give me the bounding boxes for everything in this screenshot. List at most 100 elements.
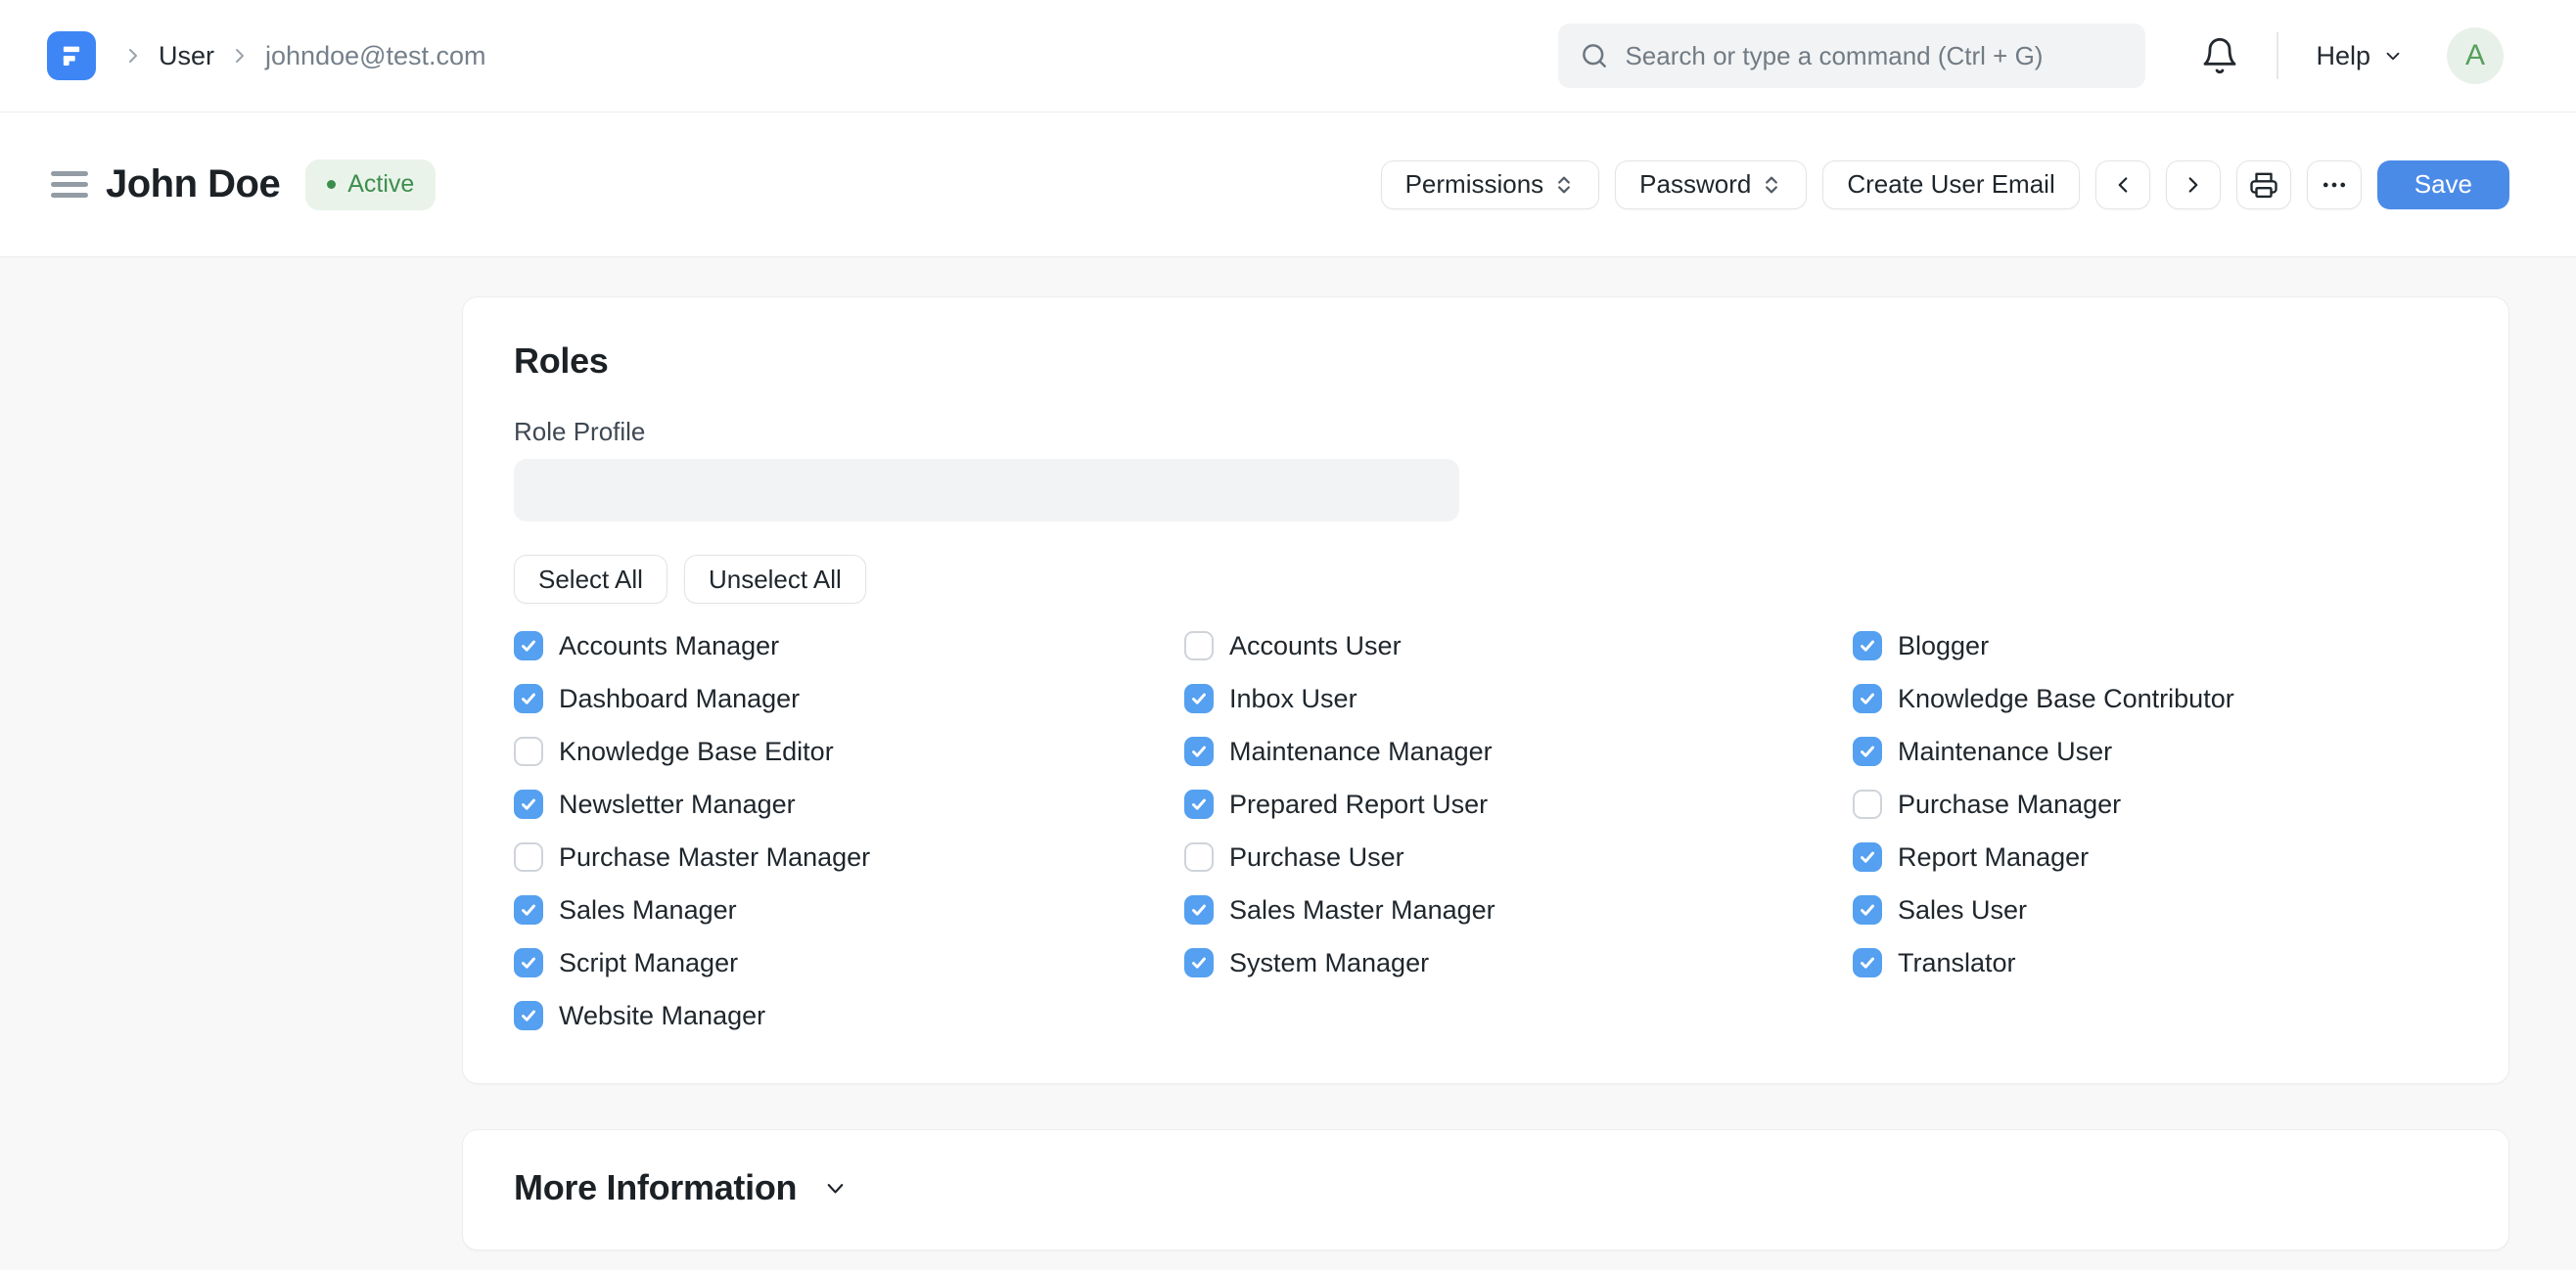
checkbox-unchecked-icon[interactable] bbox=[514, 842, 543, 872]
role-label: Sales Manager bbox=[559, 894, 737, 925]
password-dropdown-button[interactable]: Password bbox=[1615, 159, 1808, 209]
search-input[interactable] bbox=[1625, 40, 2125, 71]
checkbox-checked-icon[interactable] bbox=[514, 1001, 543, 1030]
roles-grid: Accounts Manager Dashboard Manager Knowled… bbox=[514, 631, 2458, 1030]
breadcrumb-item-user[interactable]: User bbox=[159, 41, 214, 71]
frappe-logo[interactable] bbox=[47, 31, 96, 80]
bell-icon bbox=[2200, 36, 2239, 75]
role-checkbox-item[interactable]: Sales Master Manager bbox=[1184, 895, 1853, 925]
print-button[interactable] bbox=[2235, 159, 2291, 209]
status-label: Active bbox=[347, 170, 415, 198]
save-button[interactable]: Save bbox=[2376, 159, 2509, 209]
checkbox-checked-icon[interactable] bbox=[1184, 895, 1214, 925]
ellipsis-icon bbox=[2320, 170, 2349, 200]
global-search[interactable] bbox=[1558, 23, 2146, 88]
chevron-up-down-icon bbox=[1553, 174, 1575, 196]
role-checkbox-item[interactable]: Knowledge Base Editor bbox=[514, 737, 1184, 766]
role-checkbox-item[interactable]: Knowledge Base Contributor bbox=[1853, 684, 2458, 713]
help-menu[interactable]: Help bbox=[2316, 41, 2404, 71]
permissions-dropdown-button[interactable]: Permissions bbox=[1380, 159, 1600, 209]
role-label: Dashboard Manager bbox=[559, 683, 801, 713]
chevron-right-icon bbox=[121, 44, 145, 68]
chevron-up-down-icon bbox=[1761, 174, 1782, 196]
checkbox-checked-icon[interactable] bbox=[1184, 790, 1214, 819]
role-checkbox-item[interactable]: Sales Manager bbox=[514, 895, 1184, 925]
role-label: Accounts Manager bbox=[559, 630, 780, 660]
checkbox-checked-icon[interactable] bbox=[514, 684, 543, 713]
role-label: Accounts User bbox=[1229, 630, 1402, 660]
checkbox-checked-icon[interactable] bbox=[514, 790, 543, 819]
checkbox-unchecked-icon[interactable] bbox=[514, 737, 543, 766]
printer-icon bbox=[2249, 170, 2278, 200]
chevron-down-icon bbox=[822, 1175, 849, 1202]
role-label: Newsletter Manager bbox=[559, 789, 796, 819]
more-options-button[interactable] bbox=[2306, 159, 2362, 209]
role-checkbox-item[interactable]: Accounts User bbox=[1184, 631, 1853, 660]
notifications-button[interactable] bbox=[2200, 36, 2239, 75]
role-label: Translator bbox=[1898, 947, 2016, 977]
permissions-label: Permissions bbox=[1404, 169, 1544, 199]
role-checkbox-item[interactable]: Maintenance User bbox=[1853, 737, 2458, 766]
role-label: Blogger bbox=[1898, 630, 1990, 660]
next-document-button[interactable] bbox=[2165, 159, 2221, 209]
checkbox-checked-icon[interactable] bbox=[514, 895, 543, 925]
more-information-collapse-button[interactable] bbox=[822, 1175, 849, 1202]
roles-heading: Roles bbox=[514, 340, 609, 381]
checkbox-checked-icon[interactable] bbox=[1184, 737, 1214, 766]
role-checkbox-item[interactable]: Translator bbox=[1853, 948, 2458, 977]
checkbox-checked-icon[interactable] bbox=[1853, 948, 1882, 977]
role-label: Prepared Report User bbox=[1229, 789, 1489, 819]
role-checkbox-item[interactable]: Accounts Manager bbox=[514, 631, 1184, 660]
checkbox-unchecked-icon[interactable] bbox=[1184, 842, 1214, 872]
role-checkbox-item[interactable]: Purchase User bbox=[1184, 842, 1853, 872]
role-checkbox-item[interactable]: Inbox User bbox=[1184, 684, 1853, 713]
checkbox-unchecked-icon[interactable] bbox=[1853, 790, 1882, 819]
more-information-section[interactable]: More Information bbox=[462, 1129, 2509, 1250]
role-profile-label: Role Profile bbox=[514, 417, 646, 446]
checkbox-checked-icon[interactable] bbox=[514, 631, 543, 660]
role-checkbox-item[interactable]: Script Manager bbox=[514, 948, 1184, 977]
checkbox-unchecked-icon[interactable] bbox=[1184, 631, 1214, 660]
checkbox-checked-icon[interactable] bbox=[1853, 842, 1882, 872]
checkbox-checked-icon[interactable] bbox=[1853, 737, 1882, 766]
role-checkbox-item[interactable]: Website Manager bbox=[514, 1001, 1184, 1030]
checkbox-checked-icon[interactable] bbox=[514, 948, 543, 977]
role-checkbox-item[interactable]: Prepared Report User bbox=[1184, 790, 1853, 819]
checkbox-checked-icon[interactable] bbox=[1853, 684, 1882, 713]
sidebar-toggle-icon[interactable] bbox=[51, 171, 88, 198]
checkbox-checked-icon[interactable] bbox=[1853, 631, 1882, 660]
checkbox-checked-icon[interactable] bbox=[1184, 948, 1214, 977]
role-checkbox-item[interactable]: Sales User bbox=[1853, 895, 2458, 925]
role-label: Sales Master Manager bbox=[1229, 894, 1495, 925]
checkbox-checked-icon[interactable] bbox=[1184, 684, 1214, 713]
chevron-down-icon bbox=[2382, 45, 2404, 67]
role-checkbox-item[interactable]: Purchase Master Manager bbox=[514, 842, 1184, 872]
role-label: System Manager bbox=[1229, 947, 1430, 977]
create-user-email-label: Create User Email bbox=[1847, 169, 2055, 199]
role-checkbox-item[interactable]: Maintenance Manager bbox=[1184, 737, 1853, 766]
role-checkbox-item[interactable]: Blogger bbox=[1853, 631, 2458, 660]
select-all-button[interactable]: Select All bbox=[514, 555, 667, 604]
role-profile-input[interactable] bbox=[514, 459, 1459, 522]
role-checkbox-item[interactable]: Dashboard Manager bbox=[514, 684, 1184, 713]
top-navbar: User johndoe@test.com Help A bbox=[0, 0, 2576, 113]
status-badge: Active bbox=[305, 159, 437, 210]
role-label: Website Manager bbox=[559, 1000, 766, 1030]
chevron-right-icon bbox=[2181, 172, 2206, 198]
create-user-email-button[interactable]: Create User Email bbox=[1822, 159, 2080, 209]
role-label: Purchase Manager bbox=[1898, 789, 2122, 819]
unselect-all-button[interactable]: Unselect All bbox=[683, 555, 866, 604]
previous-document-button[interactable] bbox=[2094, 159, 2150, 209]
bulk-select-buttons: Select All Unselect All bbox=[514, 555, 2458, 604]
role-checkbox-item[interactable]: Report Manager bbox=[1853, 842, 2458, 872]
role-label: Purchase User bbox=[1229, 841, 1404, 872]
role-checkbox-item[interactable]: System Manager bbox=[1184, 948, 1853, 977]
checkbox-checked-icon[interactable] bbox=[1853, 895, 1882, 925]
frappe-f-icon bbox=[63, 46, 80, 66]
user-avatar[interactable]: A bbox=[2447, 27, 2504, 84]
role-label: Script Manager bbox=[559, 947, 739, 977]
role-checkbox-item[interactable]: Newsletter Manager bbox=[514, 790, 1184, 819]
page-header: John Doe Active Permissions Password Cre… bbox=[0, 113, 2576, 257]
role-checkbox-item[interactable]: Purchase Manager bbox=[1853, 790, 2458, 819]
chevron-left-icon bbox=[2110, 172, 2136, 198]
